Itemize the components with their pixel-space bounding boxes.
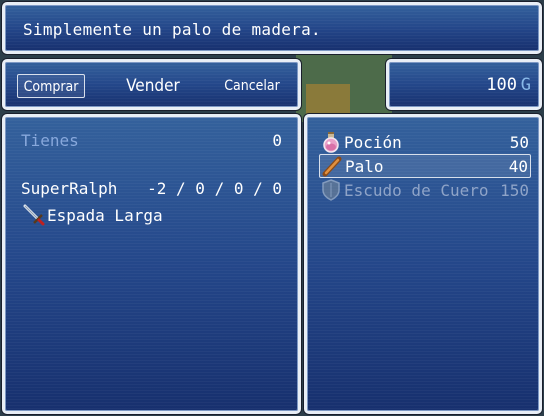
shop-item-palo[interactable]: Palo 40 bbox=[319, 154, 531, 178]
gold-amount: 100 bbox=[486, 75, 517, 95]
potion-icon bbox=[323, 132, 339, 153]
shop-item-name: Palo bbox=[345, 156, 384, 176]
help-window: Simplemente un palo de madera. bbox=[2, 2, 542, 54]
cancel-command[interactable]: Cancelar bbox=[219, 74, 285, 98]
shop-item-price: 150 bbox=[500, 180, 529, 200]
shop-item-price: 50 bbox=[509, 132, 529, 152]
shop-item-escudo-de-cuero[interactable]: Escudo de Cuero 150 bbox=[319, 178, 531, 202]
actor-name: SuperRalph bbox=[21, 179, 118, 198]
shop-command-window: Comprar Vender Cancelar bbox=[2, 59, 301, 110]
shop-item-pocion[interactable]: Poción 50 bbox=[319, 130, 531, 154]
buy-command[interactable]: Comprar bbox=[17, 74, 85, 98]
actor-equipment: Espada Larga bbox=[21, 203, 163, 227]
shop-status-window: Tienes 0 SuperRalph -2 / 0 / 0 / 0 Espad… bbox=[2, 114, 301, 414]
sword-icon bbox=[23, 204, 45, 226]
club-icon bbox=[322, 156, 342, 177]
shop-item-name: Poción bbox=[344, 132, 402, 152]
actor-param-changes: -2 / 0 / 0 / 0 bbox=[147, 179, 282, 198]
shield-icon bbox=[322, 179, 340, 201]
gold-window: 100 G bbox=[386, 59, 542, 110]
equipment-name: Espada Larga bbox=[47, 205, 163, 225]
shop-buy-window: Poción 50 Palo 40 Escudo de Cuero 150 bbox=[304, 114, 542, 414]
shop-item-price: 40 bbox=[508, 156, 528, 176]
possession-label: Tienes bbox=[21, 131, 79, 150]
shop-item-name: Escudo de Cuero bbox=[344, 180, 489, 200]
possession-count: 0 bbox=[272, 131, 282, 150]
gold-unit: G bbox=[520, 75, 531, 95]
help-text: Simplemente un palo de madera. bbox=[23, 20, 321, 39]
sell-command[interactable]: Vender bbox=[121, 74, 185, 98]
